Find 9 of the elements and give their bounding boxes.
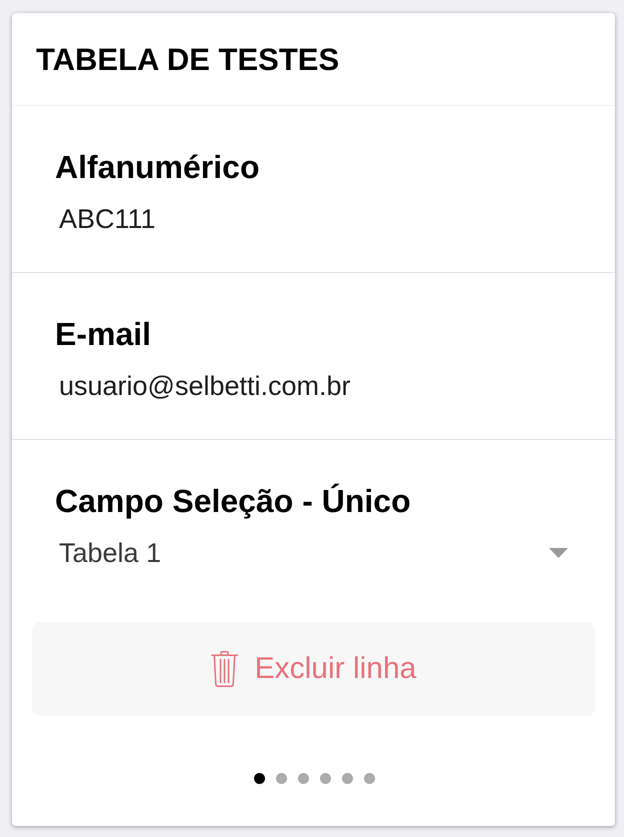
field-label: Campo Seleção - Único (55, 483, 411, 519)
select-field[interactable]: Tabela 1 (55, 537, 568, 569)
card-title: TABELA DE TESTES (36, 42, 340, 78)
caret-icon (549, 548, 568, 558)
trash-icon (210, 651, 238, 687)
field-label: E-mail (55, 316, 152, 352)
text-field[interactable]: ABC111 (55, 203, 568, 235)
field-label: Alfanumérico (55, 149, 260, 185)
text-field[interactable]: usuario@selbetti.com.br (55, 370, 568, 402)
